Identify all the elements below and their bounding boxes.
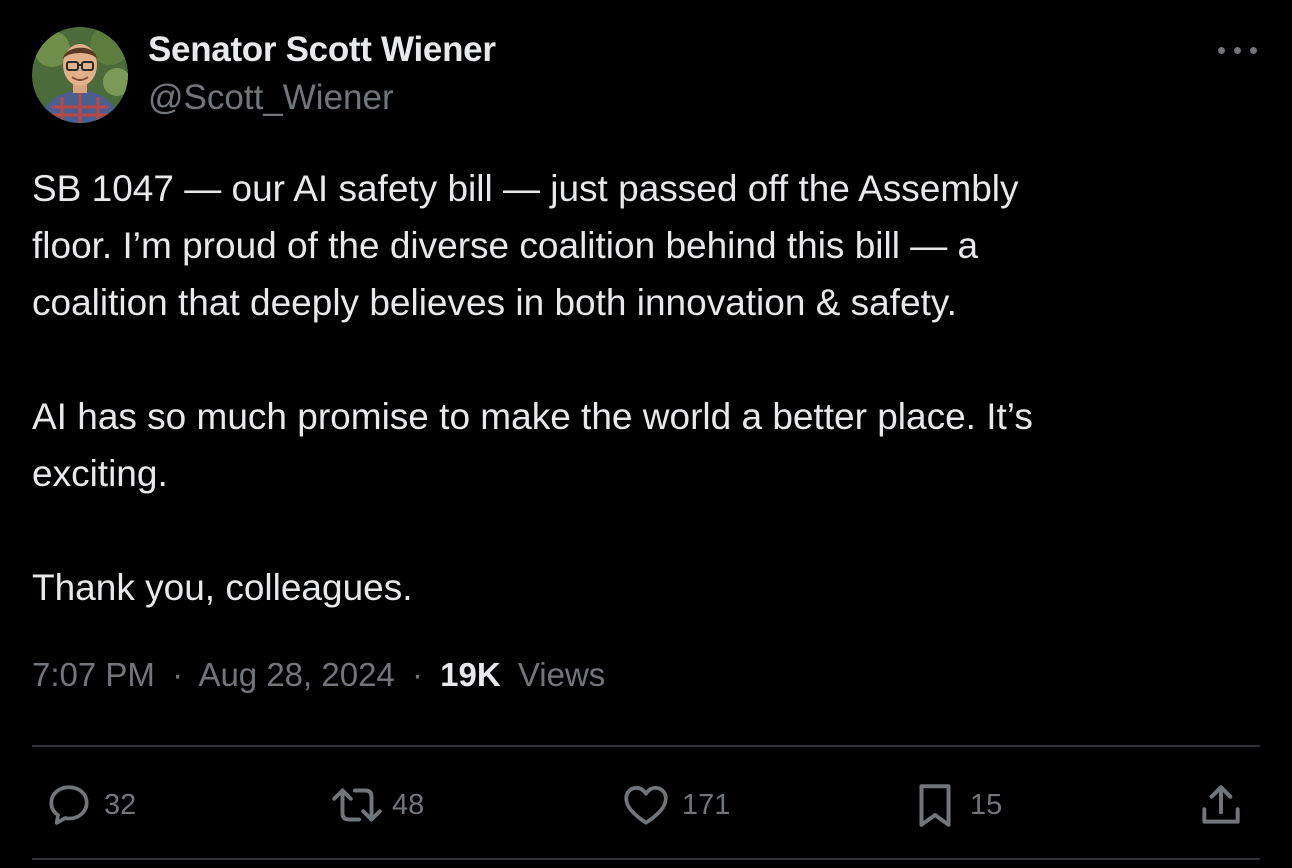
tweet-text-line: floor. I’m proud of the diverse coalitio… [32,225,979,266]
like-button[interactable]: 171 [620,780,730,830]
reply-count: 32 [104,788,137,821]
bookmark-count: 15 [970,788,1003,821]
avatar-photo [32,27,128,123]
share-icon [1202,785,1240,824]
tweet: Senator Scott Wiener @Scott_Wiener SB 10… [0,0,1292,868]
meta-separator: · [172,656,184,693]
share-button[interactable] [1196,780,1246,830]
avatar[interactable] [32,27,128,123]
views-label: Views [517,656,606,693]
tweet-text-line: Thank you, colleagues. [32,567,413,608]
divider [32,745,1260,747]
tweet-meta: 7:07 PM · Aug 28, 2024 · 19K Views [32,656,605,694]
heart-icon [624,786,668,825]
views-count: 19K [440,656,501,693]
tweet-text-line: AI has so much promise to make the world… [32,396,1033,437]
tweet-date[interactable]: Aug 28, 2024 [198,656,394,693]
tweet-time[interactable]: 7:07 PM [32,656,155,693]
reply-button[interactable]: 32 [44,780,136,830]
tweet-text: SB 1047 — our AI safety bill — just pass… [32,160,1252,616]
reply-icon [49,785,89,825]
repost-button[interactable]: 48 [328,780,424,830]
tweet-text-line: coalition that deeply believes in both i… [32,282,957,323]
meta-separator: · [411,656,423,693]
bookmark-button[interactable]: 15 [910,780,1002,830]
author-display-name[interactable]: Senator Scott Wiener [148,30,496,70]
tweet-text-line: SB 1047 — our AI safety bill — just pass… [32,168,1019,209]
more-options-button[interactable] [1212,32,1264,68]
repost-icon [332,788,382,822]
bookmark-icon [919,784,951,827]
tweet-text-line: exciting. [32,453,168,494]
like-count: 171 [682,788,731,821]
repost-count: 48 [392,788,425,821]
divider [32,858,1260,860]
author-handle[interactable]: @Scott_Wiener [148,78,394,118]
